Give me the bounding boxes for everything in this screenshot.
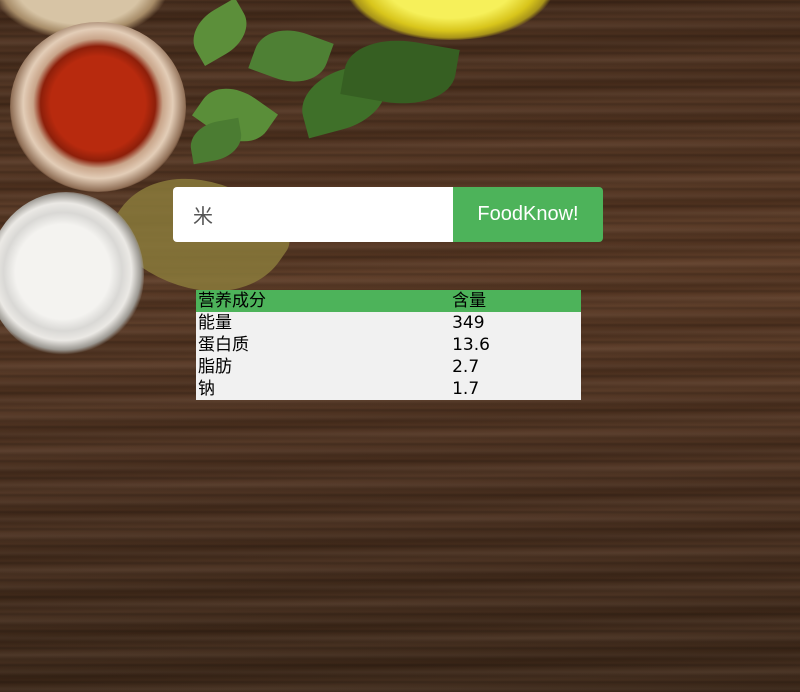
column-header-nutrient: 营养成分 [198, 291, 266, 311]
nutrition-table: 营养成分 含量 能量 349 蛋白质 13.6 脂肪 2.7 钠 1.7 [196, 290, 581, 400]
salt-jar-image [0, 192, 144, 358]
olive-oil-image [345, 0, 555, 40]
nutrient-amount: 13.6 [452, 335, 490, 355]
table-row: 钠 1.7 [196, 378, 581, 400]
nutrient-name: 蛋白质 [198, 335, 249, 355]
search-bar: FoodKnow! [173, 187, 603, 242]
nutrient-amount: 2.7 [452, 357, 480, 377]
search-input[interactable] [173, 187, 453, 242]
nutrient-amount: 1.7 [452, 379, 480, 399]
basil-leaf-image [183, 0, 257, 67]
table-row: 蛋白质 13.6 [196, 334, 581, 356]
table-header-row: 营养成分 含量 [196, 290, 581, 312]
nutrient-name: 能量 [198, 313, 232, 333]
table-row: 能量 349 [196, 312, 581, 334]
nutrient-name: 脂肪 [198, 357, 232, 377]
foodknow-button[interactable]: FoodKnow! [453, 187, 603, 242]
paprika-jar-image [10, 22, 186, 192]
nutrient-name: 钠 [198, 379, 215, 399]
table-row: 脂肪 2.7 [196, 356, 581, 378]
basil-leaf-image [187, 117, 245, 165]
column-header-amount: 含量 [452, 291, 487, 311]
nutrient-amount: 349 [452, 313, 485, 333]
